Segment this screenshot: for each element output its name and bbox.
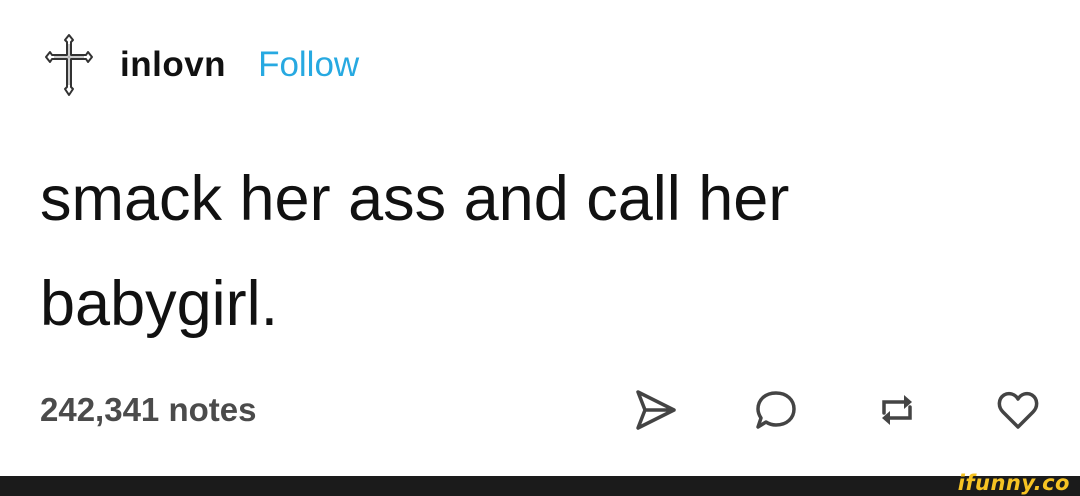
reblog-button[interactable] [871, 384, 923, 436]
post-text: smack her ass and call her babygirl. [40, 164, 790, 339]
follow-button[interactable]: Follow [258, 45, 359, 85]
reblog-icon [882, 395, 912, 425]
notes-count[interactable]: 242,341 notes [40, 391, 256, 429]
cross-icon [45, 34, 93, 96]
like-button[interactable] [992, 384, 1044, 436]
heart-icon [997, 391, 1039, 429]
reply-button[interactable] [750, 384, 802, 436]
send-icon [636, 390, 676, 430]
post-actions [629, 384, 1044, 436]
avatar[interactable] [40, 30, 98, 100]
reply-icon [756, 391, 796, 429]
post-footer: 242,341 notes [40, 380, 1044, 440]
ifunny-watermark: ifunny.co [957, 471, 1070, 495]
post-header: inlovn Follow [40, 30, 359, 100]
send-button[interactable] [629, 384, 681, 436]
username[interactable]: inlovn [120, 45, 226, 85]
watermark-bar [0, 476, 1080, 496]
